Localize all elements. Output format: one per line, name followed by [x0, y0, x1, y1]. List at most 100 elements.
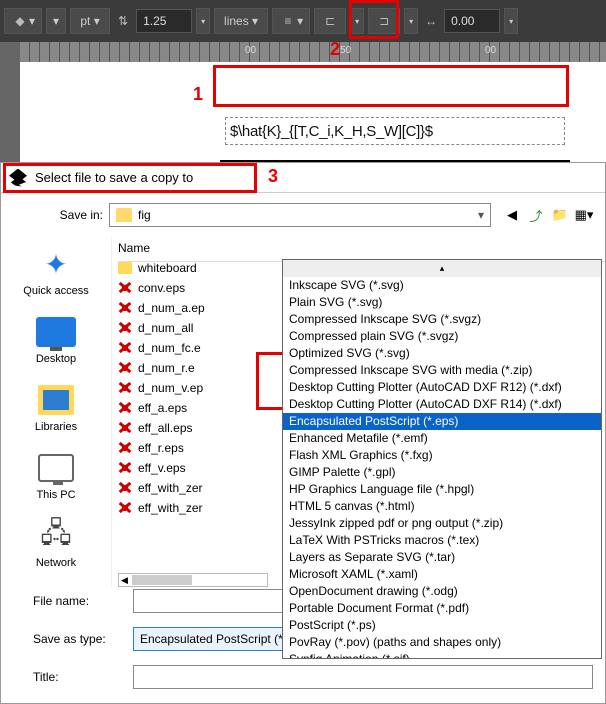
- file-item[interactable]: whiteboard: [118, 261, 278, 275]
- desktop-icon: [36, 317, 76, 347]
- file-pane: Name whiteboardconv.epsd_num_a.epd_num_a…: [111, 237, 605, 587]
- tool-extra-1-drop[interactable]: ▾: [350, 8, 364, 34]
- file-item[interactable]: eff_r.eps: [118, 441, 278, 455]
- inkscape-icon: [9, 169, 27, 187]
- ruler-mark: 50: [340, 45, 351, 56]
- shape-icon: ◆: [11, 12, 29, 30]
- title-input[interactable]: [133, 665, 593, 689]
- file-type-option[interactable]: Compressed plain SVG (*.svgz): [283, 328, 601, 345]
- horizontal-scrollbar[interactable]: ◀: [118, 573, 268, 587]
- tool-extra-2[interactable]: ⊐: [368, 8, 400, 34]
- file-item[interactable]: d_num_a.ep: [118, 301, 278, 315]
- file-type-option[interactable]: PostScript (*.ps): [283, 617, 601, 634]
- file-type-option[interactable]: Inkscape SVG (*.svg): [283, 277, 601, 294]
- offset-input[interactable]: [444, 9, 500, 33]
- ruler-mark: 00: [245, 45, 256, 56]
- horizontal-ruler: 00 50 00: [20, 42, 606, 62]
- eps-file-icon: [118, 301, 132, 315]
- file-type-option[interactable]: OpenDocument drawing (*.odg): [283, 583, 601, 600]
- unit-select[interactable]: pt ▾: [70, 8, 110, 34]
- file-item[interactable]: eff_a.eps: [118, 401, 278, 415]
- folder-icon: [116, 208, 132, 222]
- stroke-width-stepper[interactable]: ▾: [196, 8, 210, 34]
- file-type-option[interactable]: Desktop Cutting Plotter (AutoCAD DXF R12…: [283, 379, 601, 396]
- file-item[interactable]: d_num_r.e: [118, 361, 278, 375]
- annotation-label-3: 3: [268, 166, 278, 187]
- file-type-option[interactable]: HP Graphics Language file (*.hpgl): [283, 481, 601, 498]
- tool-extra-1[interactable]: ⊏: [314, 8, 346, 34]
- save-in-combo[interactable]: fig: [109, 203, 491, 227]
- file-type-option[interactable]: Portable Document Format (*.pdf): [283, 600, 601, 617]
- annotation-label-2: 2: [330, 39, 340, 60]
- unit-label: pt: [80, 14, 90, 28]
- file-item[interactable]: d_num_v.ep: [118, 381, 278, 395]
- file-item[interactable]: eff_with_zer: [118, 501, 278, 515]
- sidebar-quick-access[interactable]: ✦ Quick access: [23, 247, 88, 297]
- file-type-option[interactable]: JessyInk zipped pdf or png output (*.zip…: [283, 515, 601, 532]
- file-item-label: conv.eps: [138, 281, 185, 295]
- eps-file-icon: [118, 281, 132, 295]
- file-type-option[interactable]: Compressed Inkscape SVG (*.svgz): [283, 311, 601, 328]
- list-scroll-up-icon[interactable]: ▴: [283, 260, 601, 277]
- file-type-option[interactable]: Flash XML Graphics (*.fxg): [283, 447, 601, 464]
- file-item[interactable]: conv.eps: [118, 281, 278, 295]
- stroke-width-input[interactable]: [136, 9, 192, 33]
- file-type-option[interactable]: Layers as Separate SVG (*.tar): [283, 549, 601, 566]
- nav-view-icon[interactable]: ▦▾: [575, 206, 593, 224]
- sidebar-desktop[interactable]: Desktop: [36, 315, 76, 365]
- sidebar-this-pc[interactable]: This PC: [36, 451, 76, 501]
- tool-extra-2-drop[interactable]: ▾: [404, 8, 418, 34]
- save-dialog: Select file to save a copy to Save in: f…: [0, 162, 606, 704]
- file-type-option[interactable]: LaTeX With PSTricks macros (*.tex): [283, 532, 601, 549]
- marker-start-icon: ⊏: [321, 12, 339, 30]
- file-item[interactable]: d_num_fc.e: [118, 341, 278, 355]
- file-type-dropdown-list[interactable]: ▴ Inkscape SVG (*.svg)Plain SVG (*.svg)C…: [282, 259, 602, 659]
- join-select[interactable]: lines ▾: [214, 8, 268, 34]
- stroke-width-icon: ⇅: [114, 12, 132, 30]
- nav-up-icon[interactable]: ⤴: [527, 206, 545, 224]
- network-icon: 🖧: [36, 519, 76, 553]
- sidebar-network[interactable]: 🖧 Network: [36, 519, 76, 569]
- latex-text-object[interactable]: $\hat{K}_{[T,C_i,K_H,S_W][C]}$: [225, 117, 565, 145]
- offset-icon: ↔: [422, 12, 440, 30]
- file-type-option[interactable]: GIMP Palette (*.gpl): [283, 464, 601, 481]
- file-type-option[interactable]: Microsoft XAML (*.xaml): [283, 566, 601, 583]
- eps-file-icon: [118, 461, 132, 475]
- file-item-label: eff_with_zer: [138, 501, 202, 515]
- save-in-value: fig: [138, 208, 151, 222]
- sidebar-label: Desktop: [36, 353, 76, 365]
- tool-dropdown-1[interactable]: ◆▾: [4, 8, 42, 34]
- join-label: lines: [224, 14, 249, 28]
- marker-end-icon: ⊐: [375, 12, 393, 30]
- file-type-option[interactable]: Synfig Animation (*.sif): [283, 651, 601, 659]
- file-type-option[interactable]: Desktop Cutting Plotter (AutoCAD DXF R14…: [283, 396, 601, 413]
- file-item[interactable]: eff_all.eps: [118, 421, 278, 435]
- file-item[interactable]: eff_with_zer: [118, 481, 278, 495]
- offset-stepper[interactable]: ▾: [504, 8, 518, 34]
- nav-back-icon[interactable]: ◀: [503, 206, 521, 224]
- file-type-option[interactable]: Enhanced Metafile (*.emf): [283, 430, 601, 447]
- vertical-ruler: [0, 42, 20, 162]
- file-type-option[interactable]: HTML 5 canvas (*.html): [283, 498, 601, 515]
- file-item-label: d_num_fc.e: [138, 341, 201, 355]
- align-dropdown[interactable]: ≡▾: [272, 8, 310, 34]
- tool-dropdown-2[interactable]: ▾: [46, 8, 66, 34]
- file-type-option[interactable]: PovRay (*.pov) (paths and shapes only): [283, 634, 601, 651]
- file-item[interactable]: d_num_all: [118, 321, 278, 335]
- file-item[interactable]: eff_v.eps: [118, 461, 278, 475]
- sidebar-label: Libraries: [35, 421, 77, 433]
- file-item-label: eff_a.eps: [138, 401, 187, 415]
- sidebar-libraries[interactable]: Libraries: [35, 383, 77, 433]
- sidebar-label: Network: [36, 557, 76, 569]
- file-type-option[interactable]: Encapsulated PostScript (*.eps): [283, 413, 601, 430]
- nav-newfolder-icon[interactable]: 📁: [551, 206, 569, 224]
- file-type-option[interactable]: Plain SVG (*.svg): [283, 294, 601, 311]
- quick-access-icon: ✦: [36, 247, 76, 281]
- file-type-option[interactable]: Optimized SVG (*.svg): [283, 345, 601, 362]
- places-sidebar: ✦ Quick access Desktop Libraries This PC…: [1, 237, 111, 587]
- libraries-icon: [38, 385, 74, 415]
- save-as-type-label: Save as type:: [13, 632, 123, 646]
- file-type-option[interactable]: Compressed Inkscape SVG with media (*.zi…: [283, 362, 601, 379]
- folder-icon: [118, 262, 132, 274]
- eps-file-icon: [118, 441, 132, 455]
